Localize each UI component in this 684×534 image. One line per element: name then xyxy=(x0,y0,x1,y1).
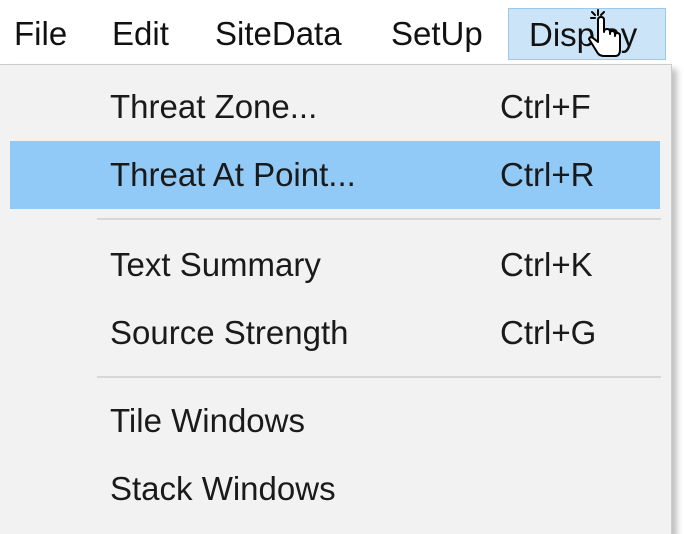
menu-item-text-summary[interactable]: Text Summary Ctrl+K xyxy=(10,231,660,299)
menu-edit-label: Edit xyxy=(112,15,169,52)
menu-item-threat-at-point-shortcut: Ctrl+R xyxy=(500,156,595,193)
menu-item-source-strength[interactable]: Source Strength Ctrl+G xyxy=(10,299,660,367)
menu-item-text-summary-shortcut: Ctrl+K xyxy=(500,246,593,283)
menu-item-text-summary-label: Text Summary xyxy=(110,246,321,283)
menu-item-tile-windows[interactable]: Tile Windows xyxy=(10,387,660,455)
menu-setup-label: SetUp xyxy=(391,15,483,52)
menu-item-threat-at-point[interactable]: Threat At Point... Ctrl+R xyxy=(10,141,660,209)
menu-item-stack-windows[interactable]: Stack Windows xyxy=(10,455,660,523)
menu-item-threat-zone[interactable]: Threat Zone... Ctrl+F xyxy=(10,73,660,141)
menu-edit[interactable]: Edit xyxy=(108,8,178,60)
menu-sitedata-label: SiteData xyxy=(215,15,342,52)
menu-file-label: File xyxy=(14,15,68,52)
menu-item-source-strength-label: Source Strength xyxy=(110,314,349,351)
menu-sitedata[interactable]: SiteData xyxy=(210,8,355,60)
menu-item-threat-zone-shortcut: Ctrl+F xyxy=(500,88,591,125)
menu-separator xyxy=(97,376,661,378)
menu-item-source-strength-shortcut: Ctrl+G xyxy=(500,314,597,351)
menu-display[interactable]: Display xyxy=(508,8,666,60)
display-dropdown-menu: Threat Zone... Ctrl+F Threat At Point...… xyxy=(0,64,672,534)
menu-item-stack-windows-label: Stack Windows xyxy=(110,470,336,507)
menu-file[interactable]: File xyxy=(10,8,72,60)
menu-setup[interactable]: SetUp xyxy=(386,8,486,60)
menubar: File Edit SiteData SetUp Display xyxy=(0,0,684,66)
menu-item-threat-zone-label: Threat Zone... xyxy=(110,88,318,125)
menu-item-threat-at-point-label: Threat At Point... xyxy=(110,156,356,193)
menu-separator xyxy=(97,218,661,220)
hand-pointer-cursor-icon xyxy=(588,9,621,57)
menu-item-tile-windows-label: Tile Windows xyxy=(110,402,305,439)
